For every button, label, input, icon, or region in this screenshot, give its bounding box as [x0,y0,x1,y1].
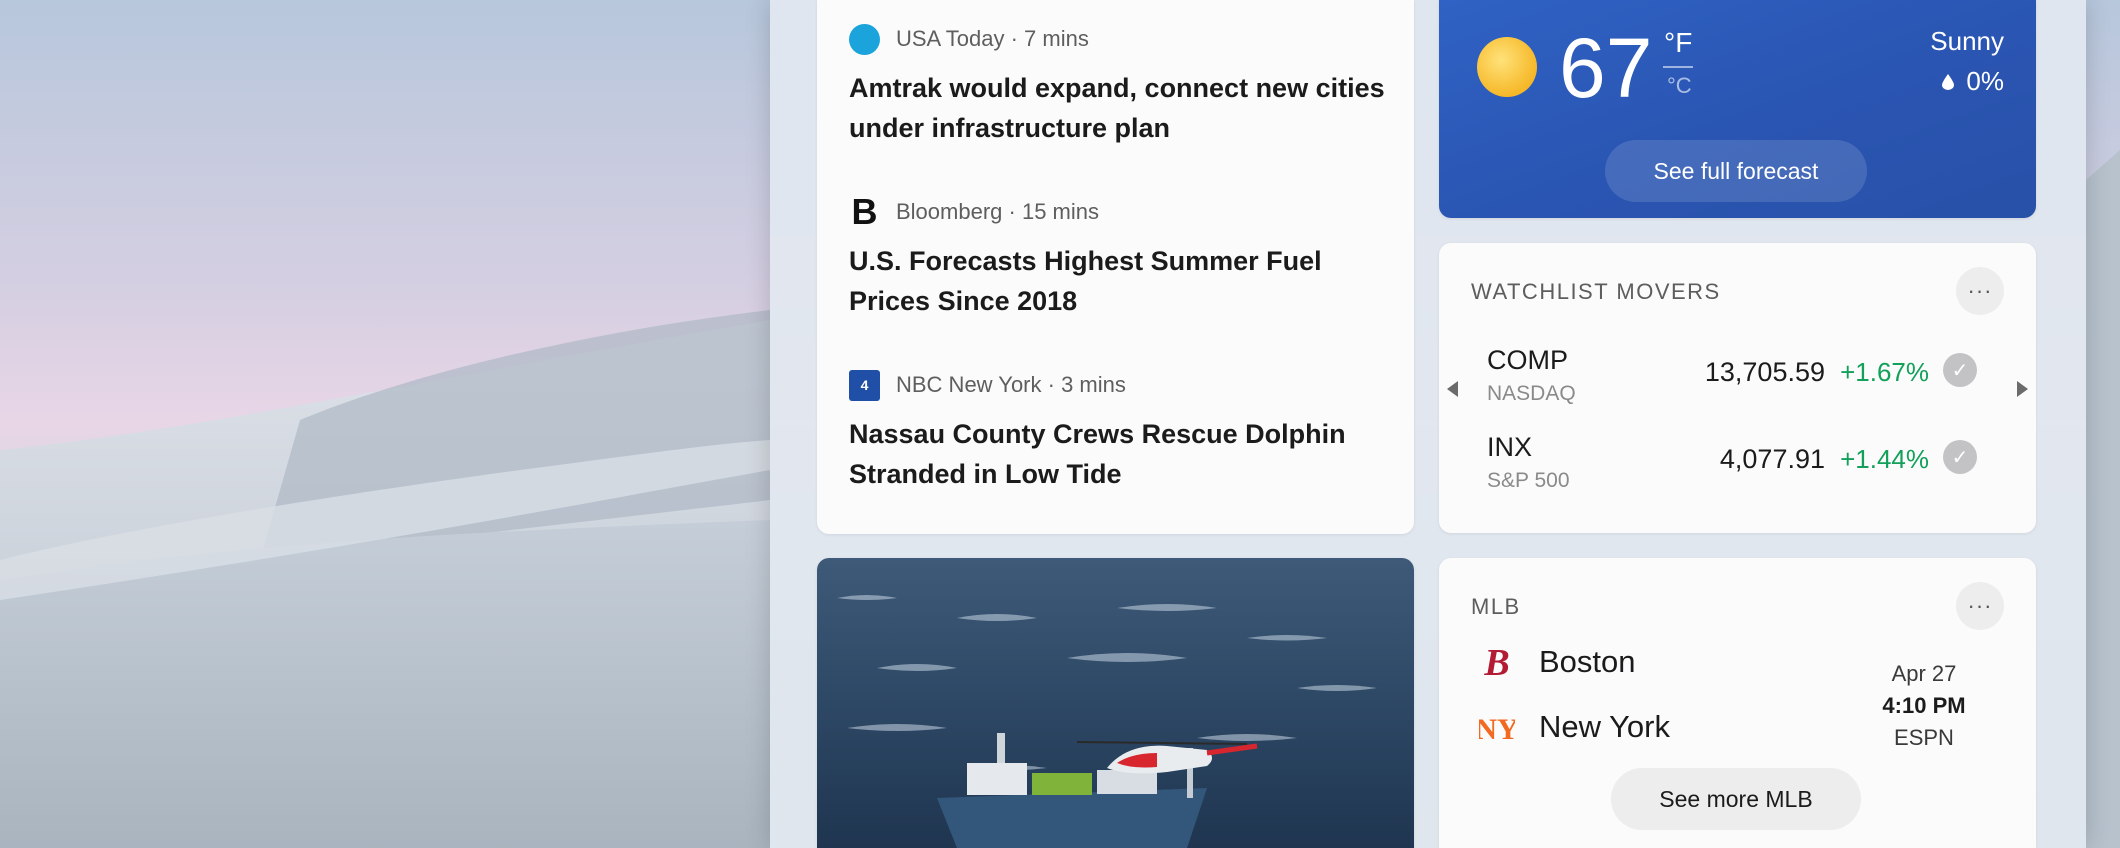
fahrenheit-toggle[interactable]: °F [1664,27,1692,59]
celsius-toggle[interactable]: °C [1667,73,1692,99]
news-source: USA Today [896,26,1005,51]
svg-text:NY: NY [1479,713,1515,746]
news-time: 3 mins [1061,372,1126,397]
stock-change: +1.44% [1840,444,1929,474]
nbc-logo: 4 [849,369,880,401]
bloomberg-logo: B [851,191,878,232]
news-time: 15 mins [1021,199,1099,224]
team-row[interactable]: B Boston [1479,638,1636,686]
temperature: 67 [1559,21,1653,115]
game-network: ESPN [1894,725,1954,750]
news-headline[interactable]: U.S. Forecasts Highest Summer Fuel Price… [849,241,1389,321]
sunny-icon [1477,37,1537,97]
news-item[interactable]: B Bloomberg · 15 mins U.S. Forecasts Hig… [849,191,1389,321]
more-options-button[interactable]: ··· [1956,267,2004,315]
team-name: New York [1539,709,1670,744]
game-info: Apr 27 4:10 PM ESPN [1864,658,1984,754]
see-full-forecast-button[interactable]: See full forecast [1605,140,1867,202]
sea-rescue-image [817,558,1414,848]
raindrop-icon [1942,73,1955,90]
red-sox-logo-icon: B [1479,640,1515,684]
news-source-row: B Bloomberg · 15 mins [849,191,1389,232]
stock-exchange: NASDAQ [1487,382,1576,405]
stock-price: 4,077.91 [1719,444,1825,474]
more-options-button[interactable]: ··· [1956,582,2004,630]
mets-logo-icon: NY [1479,705,1515,749]
news-item[interactable]: USA Today · 7 mins Amtrak would expand, … [849,22,1389,148]
precipitation: 0% [1942,66,2004,97]
chevron-left-icon[interactable] [1447,381,1458,397]
news-item[interactable]: 4 NBC New York · 3 mins Nassau County Cr… [849,368,1389,494]
stock-price: 13,705.59 [1704,357,1825,387]
checkmark-icon[interactable]: ✓ [1943,440,1977,474]
stock-change: +1.67% [1840,357,1929,387]
game-time: 4:10 PM [1882,693,1966,718]
watchlist-card: WATCHLIST MOVERS ··· COMP NASDAQ 13,705.… [1439,243,2036,533]
unit-divider [1663,66,1693,68]
news-source-row: USA Today · 7 mins [849,22,1389,56]
stock-symbol: INX [1487,432,1533,462]
news-image-card[interactable] [817,558,1414,848]
news-source: Bloomberg [896,199,1003,224]
mlb-title: MLB [1471,594,1521,619]
stock-symbol: COMP [1487,345,1568,375]
news-source-row: 4 NBC New York · 3 mins [849,368,1389,402]
see-more-mlb-button[interactable]: See more MLB [1611,768,1861,830]
stock-row[interactable]: COMP NASDAQ 13,705.59 +1.67% ✓ [1487,345,1987,415]
svg-text:B: B [1483,642,1509,682]
news-headline[interactable]: Nassau County Crews Rescue Dolphin Stran… [849,414,1389,494]
usa-today-logo [849,23,880,55]
news-card: USA Today · 7 mins Amtrak would expand, … [817,0,1414,534]
mlb-card: MLB ··· B Boston NY New York Apr 27 4:10… [1439,558,2036,848]
team-name: Boston [1539,644,1636,679]
precipitation-value: 0% [1966,66,2004,96]
stock-row[interactable]: INX S&P 500 4,077.91 +1.44% ✓ [1487,432,1987,502]
news-source: NBC New York [896,372,1042,397]
news-time: 7 mins [1024,26,1089,51]
chevron-right-icon[interactable] [2017,381,2028,397]
weather-card[interactable]: 67 °F °C Sunny 0% See full forecast [1439,0,2036,218]
weather-condition: Sunny [1930,26,2004,56]
watchlist-title: WATCHLIST MOVERS [1471,279,1721,304]
game-date: Apr 27 [1891,661,1957,686]
stock-exchange: S&P 500 [1487,469,1570,492]
team-row[interactable]: NY New York [1479,703,1670,751]
checkmark-icon[interactable]: ✓ [1943,353,1977,387]
news-headline[interactable]: Amtrak would expand, connect new cities … [849,68,1389,148]
